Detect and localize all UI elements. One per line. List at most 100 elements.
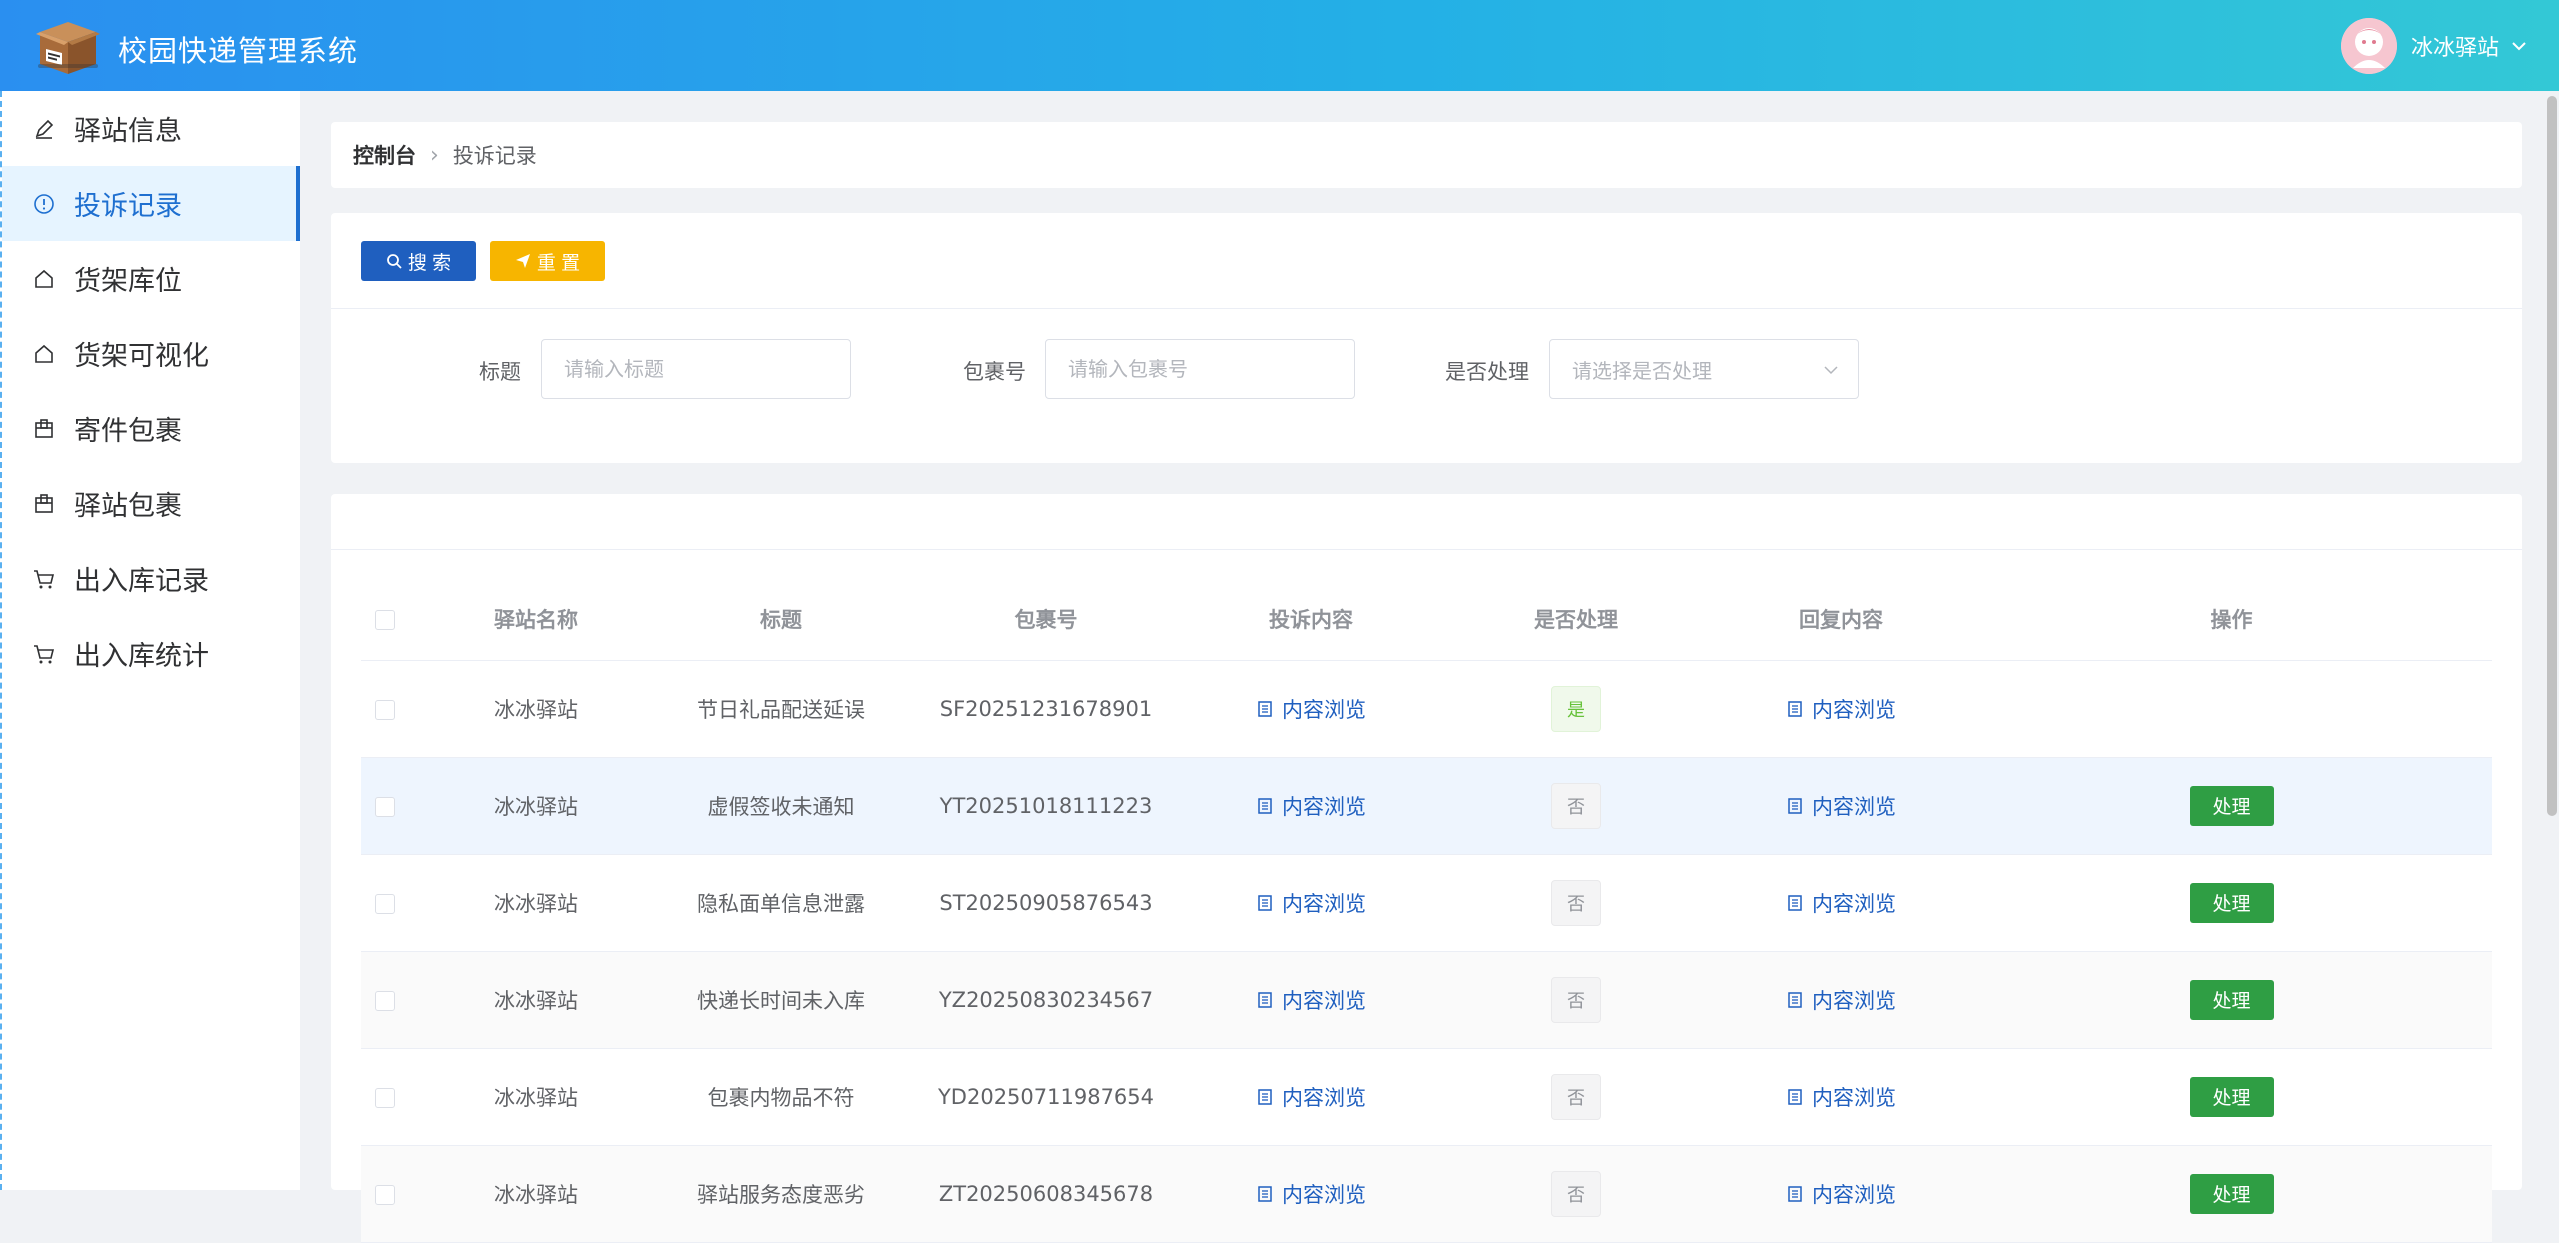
view-link-label: 内容浏览 — [1282, 891, 1366, 916]
sidebar: 驿站信息 投诉记录 货架库位 货架可视化 寄件包裹 驿站包裹 出入库记录 出入库… — [0, 91, 300, 1190]
row-checkbox[interactable] — [375, 1184, 395, 1205]
view-link-label: 内容浏览 — [1282, 988, 1366, 1013]
document-icon — [1258, 700, 1272, 717]
search-button-label: 搜 索 — [407, 252, 452, 274]
reply-view-link[interactable]: 内容浏览 — [1786, 888, 1896, 918]
document-icon — [1788, 1088, 1802, 1105]
sidebar-item-complaints[interactable]: 投诉记录 — [2, 166, 300, 241]
top-header: 校园快递管理系统 冰冰驿站 — [0, 0, 2559, 91]
reply-view-link[interactable]: 内容浏览 — [1786, 1082, 1896, 1112]
complaints-table: 驿站名称 标题 包裹号 投诉内容 是否处理 回复内容 操作 冰冰驿站 节日礼品配… — [361, 578, 2492, 1243]
processed-label: 是否处理 — [1445, 360, 1529, 384]
process-button[interactable]: 处理 — [2189, 1076, 2274, 1117]
column-header: 包裹号 — [911, 578, 1181, 661]
package-cell: YZ20250830234567 — [911, 951, 1181, 1049]
user-name: 冰冰驿站 — [2410, 36, 2499, 61]
home-icon — [35, 344, 53, 363]
package-input[interactable] — [1045, 339, 1355, 399]
column-header: 标题 — [651, 578, 911, 661]
status-badge: 否 — [1551, 879, 1601, 926]
row-checkbox[interactable] — [375, 990, 395, 1011]
table-header-row: 驿站名称 标题 包裹号 投诉内容 是否处理 回复内容 操作 — [361, 578, 2492, 661]
package-cell: ST20250905876543 — [911, 854, 1181, 952]
process-button[interactable]: 处理 — [2189, 979, 2274, 1020]
title-input[interactable] — [541, 339, 851, 399]
complaint-view-link[interactable]: 内容浏览 — [1256, 985, 1366, 1015]
sidebar-item-shelf-visual[interactable]: 货架可视化 — [2, 316, 300, 391]
complaint-view-link[interactable]: 内容浏览 — [1256, 791, 1366, 821]
complaint-view-link[interactable]: 内容浏览 — [1256, 888, 1366, 918]
status-badge: 否 — [1551, 1170, 1601, 1217]
view-link-label: 内容浏览 — [1812, 891, 1896, 916]
title-cell: 快递长时间未入库 — [651, 951, 911, 1049]
breadcrumb-home[interactable]: 控制台 — [353, 140, 416, 170]
row-checkbox[interactable] — [375, 699, 395, 720]
send-icon — [515, 254, 530, 268]
table-row: 冰冰驿站 虚假签收未通知 YT20251018111223 内容浏览 否 内容浏… — [361, 757, 2492, 855]
package-logo-icon — [36, 22, 100, 74]
table-row: 冰冰驿站 驿站服务态度恶劣 ZT20250608345678 内容浏览 否 内容… — [361, 1145, 2492, 1243]
reply-view-link[interactable]: 内容浏览 — [1786, 694, 1896, 724]
sidebar-item-label: 驿站信息 — [74, 116, 182, 147]
package-cell: YT20251018111223 — [911, 757, 1181, 855]
row-checkbox[interactable] — [375, 893, 395, 914]
chevron-down-icon[interactable] — [2509, 36, 2529, 56]
view-link-label: 内容浏览 — [1812, 1085, 1896, 1110]
row-checkbox[interactable] — [375, 796, 395, 817]
scrollbar-thumb[interactable] — [2547, 96, 2557, 816]
complaint-view-link[interactable]: 内容浏览 — [1256, 694, 1366, 724]
table-row: 冰冰驿站 隐私面单信息泄露 ST20250905876543 内容浏览 否 内容… — [361, 854, 2492, 952]
view-link-label: 内容浏览 — [1282, 697, 1366, 722]
sidebar-item-label: 出入库记录 — [74, 566, 209, 597]
sidebar-item-inout-records[interactable]: 出入库记录 — [2, 541, 300, 616]
process-button[interactable]: 处理 — [2189, 1173, 2274, 1214]
sidebar-item-label: 出入库统计 — [74, 641, 209, 672]
reply-view-link[interactable]: 内容浏览 — [1786, 985, 1896, 1015]
status-badge: 否 — [1551, 976, 1601, 1023]
view-link-label: 内容浏览 — [1812, 794, 1896, 819]
table-panel: 驿站名称 标题 包裹号 投诉内容 是否处理 回复内容 操作 冰冰驿站 节日礼品配… — [331, 494, 2522, 1243]
search-button[interactable]: 搜 索 — [361, 241, 476, 281]
package-cell: SF20251231678901 — [911, 660, 1181, 758]
package-cell: YD20250711987654 — [911, 1048, 1181, 1146]
column-header: 是否处理 — [1441, 578, 1711, 661]
sidebar-item-station-package[interactable]: 驿站包裹 — [2, 466, 300, 541]
view-link-label: 内容浏览 — [1812, 1182, 1896, 1207]
title-cell: 包裹内物品不符 — [651, 1048, 911, 1146]
reply-view-link[interactable]: 内容浏览 — [1786, 1179, 1896, 1209]
column-header: 操作 — [1971, 578, 2492, 661]
box-icon — [35, 493, 53, 513]
document-icon — [1788, 1185, 1802, 1202]
avatar[interactable] — [2340, 18, 2397, 74]
reset-button-label: 重 置 — [536, 252, 581, 274]
document-icon — [1788, 797, 1802, 814]
row-checkbox[interactable] — [375, 1087, 395, 1108]
sidebar-item-inout-stats[interactable]: 出入库统计 — [2, 616, 300, 691]
view-link-label: 内容浏览 — [1812, 697, 1896, 722]
complaint-view-link[interactable]: 内容浏览 — [1256, 1179, 1366, 1209]
document-icon — [1258, 1088, 1272, 1105]
select-all-checkbox[interactable] — [375, 609, 395, 630]
sidebar-item-station-info[interactable]: 驿站信息 — [2, 91, 300, 166]
sidebar-item-label: 货架库位 — [74, 266, 182, 297]
column-header: 回复内容 — [1711, 578, 1971, 661]
user-menu[interactable]: 冰冰驿站 — [2340, 18, 2529, 74]
sidebar-item-send-package[interactable]: 寄件包裹 — [2, 391, 300, 466]
complaint-view-link[interactable]: 内容浏览 — [1256, 1082, 1366, 1112]
reset-button[interactable]: 重 置 — [490, 241, 605, 281]
sidebar-item-shelf-location[interactable]: 货架库位 — [2, 241, 300, 316]
status-badge: 否 — [1551, 1073, 1601, 1120]
process-button[interactable]: 处理 — [2189, 785, 2274, 826]
title-cell: 虚假签收未通知 — [651, 757, 911, 855]
table-row: 冰冰驿站 节日礼品配送延误 SF20251231678901 内容浏览 是 内容… — [361, 660, 2492, 758]
title-cell: 驿站服务态度恶劣 — [651, 1145, 911, 1243]
view-link-label: 内容浏览 — [1282, 1182, 1366, 1207]
package-label: 包裹号 — [963, 360, 1026, 384]
divider — [331, 549, 2522, 550]
view-link-label: 内容浏览 — [1282, 1085, 1366, 1110]
station-cell: 冰冰驿站 — [421, 1145, 651, 1243]
processed-select[interactable]: 请选择是否处理 — [1549, 339, 1859, 399]
reply-view-link[interactable]: 内容浏览 — [1786, 791, 1896, 821]
document-icon — [1258, 894, 1272, 911]
process-button[interactable]: 处理 — [2189, 882, 2274, 923]
